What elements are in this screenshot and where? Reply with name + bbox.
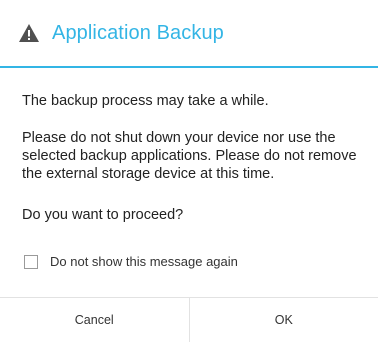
backup-dialog: Application Backup The backup process ma…	[0, 0, 378, 342]
title-divider	[0, 66, 378, 68]
warning-icon	[18, 23, 40, 43]
dont-show-again-checkbox[interactable]	[24, 254, 38, 269]
ok-button[interactable]: OK	[189, 298, 378, 342]
dont-show-again-row[interactable]: Do not show this message again	[24, 254, 238, 269]
dialog-title-bar: Application Backup	[0, 0, 378, 66]
message-warning: Please do not shut down your device nor …	[22, 130, 357, 182]
dont-show-again-label[interactable]: Do not show this message again	[50, 254, 238, 269]
message-duration: The backup process may take a while.	[22, 93, 269, 109]
message-question: Do you want to proceed?	[22, 207, 184, 223]
dialog-title: Application Backup	[52, 21, 224, 44]
cancel-button[interactable]: Cancel	[0, 298, 189, 342]
dialog-button-bar: Cancel OK	[0, 297, 378, 342]
